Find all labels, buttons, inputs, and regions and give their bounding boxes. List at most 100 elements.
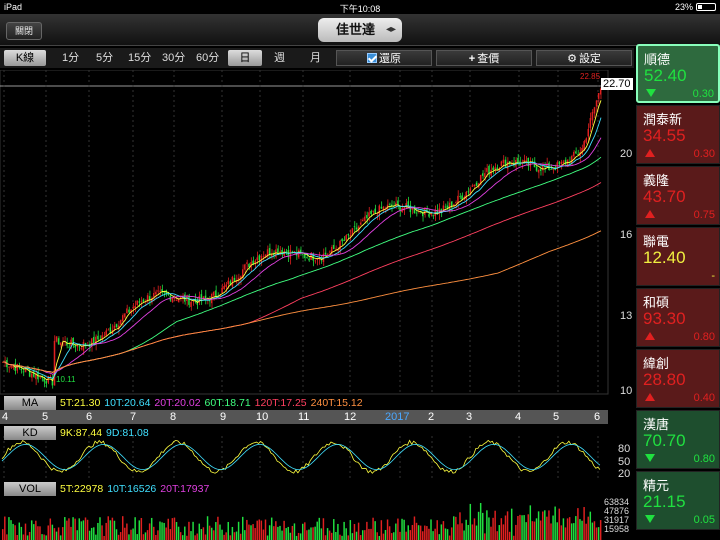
candle-body: [43, 378, 45, 382]
battery-status: 23%: [675, 2, 716, 12]
candle-body: [190, 301, 192, 307]
volume-bar: [101, 525, 103, 540]
candle-body: [535, 166, 538, 171]
candle-body: [136, 300, 138, 305]
volume-bar: [136, 534, 138, 540]
period-1min[interactable]: 1分: [62, 50, 79, 66]
month-label: 9: [220, 411, 227, 423]
volume-bar: [192, 521, 194, 540]
month-label: 4: [515, 411, 522, 423]
watchlist-item[interactable]: 聯電 12.40 -: [636, 227, 720, 286]
candle-body: [74, 345, 76, 348]
volume-bar: [502, 524, 505, 540]
watchlist-item[interactable]: 潤泰新 34.55 0.30: [636, 105, 720, 164]
volume-bar: [53, 528, 56, 540]
watchlist-item[interactable]: 漢唐 70.70 0.80: [636, 410, 720, 469]
kd-label-button[interactable]: KD: [4, 426, 56, 440]
volume-bar: [105, 522, 107, 540]
volume-bar: [291, 525, 294, 540]
stock-price: 28.80: [643, 370, 686, 389]
candle-body: [335, 248, 337, 250]
candle-body: [53, 340, 56, 386]
volume-bar: [90, 527, 93, 540]
volume-bar: [28, 531, 31, 540]
volume-bar: [184, 526, 186, 540]
watchlist-item[interactable]: 和碩 93.30 0.80: [636, 288, 720, 347]
volume-bar: [138, 520, 141, 540]
volume-bar: [115, 529, 118, 540]
vol-label-button[interactable]: VOL: [4, 482, 56, 496]
ma10-value: 10T:20.64: [104, 397, 151, 409]
watchlist-item[interactable]: 順德 52.40 0.30: [636, 44, 720, 103]
candle-body: [8, 366, 10, 368]
watchlist-item[interactable]: 精元 21.15 0.05: [636, 471, 720, 530]
candle-body: [126, 308, 128, 314]
volume-bar: [496, 531, 498, 540]
volume-bar: [41, 534, 43, 540]
candle-body: [109, 327, 112, 333]
restore-toggle[interactable]: 還原: [336, 50, 432, 66]
volume-bar: [482, 512, 484, 540]
volume-bar: [68, 518, 70, 540]
volume-bar: [281, 530, 283, 540]
candle-body: [105, 330, 107, 336]
volume-bar: [523, 515, 525, 540]
volume-bar: [411, 525, 414, 540]
candle-body: [366, 215, 368, 219]
candle-body: [552, 169, 554, 171]
volume-bar: [312, 527, 314, 540]
candle-body: [80, 348, 83, 350]
ma10-line: [2, 117, 602, 380]
ma-label-button[interactable]: MA: [4, 396, 56, 410]
candle-body: [345, 235, 347, 241]
volume-bar: [339, 534, 341, 540]
watchlist-item[interactable]: 義隆 43.70 0.75: [636, 166, 720, 225]
candle-body: [33, 371, 35, 377]
candle-body: [113, 325, 116, 329]
volume-bar: [33, 524, 35, 540]
stock-title-selector[interactable]: 佳世達 ◂▸: [318, 18, 402, 42]
period-week[interactable]: 週: [274, 50, 285, 66]
candle-body: [562, 161, 565, 164]
candle-body: [128, 309, 130, 313]
volume-bar: [43, 534, 45, 540]
volume-bar: [349, 520, 352, 540]
watchlist-item[interactable]: 緯創 28.80 0.40: [636, 349, 720, 408]
period-5min[interactable]: 5分: [96, 50, 113, 66]
close-button[interactable]: 關閉: [6, 22, 42, 40]
ma60-value: 60T:18.71: [204, 397, 251, 409]
volume-bar: [51, 524, 54, 540]
period-30min[interactable]: 30分: [162, 50, 185, 66]
volume-bar: [248, 524, 250, 540]
volume-bar: [477, 511, 480, 540]
candle-body: [380, 206, 383, 209]
quote-button[interactable]: + 查價: [436, 50, 532, 66]
k-line-chart[interactable]: [0, 70, 636, 540]
candle-body: [347, 234, 349, 236]
volume-bar: [378, 535, 381, 540]
volume-bar: [26, 535, 29, 540]
volume-bar: [428, 528, 430, 540]
period-60min[interactable]: 60分: [196, 50, 219, 66]
candle-body: [537, 169, 540, 173]
k-line-tab[interactable]: K線: [4, 50, 46, 66]
period-day[interactable]: 日: [228, 50, 262, 66]
volume-bar: [515, 524, 517, 540]
status-bar: iPad 下午10:08 23%: [0, 0, 720, 14]
volume-bar: [219, 524, 221, 540]
settings-label: 設定: [578, 53, 601, 65]
candle-body: [455, 202, 457, 204]
candle-body: [159, 290, 161, 292]
volume-bar: [424, 525, 426, 540]
settings-button[interactable]: ⚙ 設定: [536, 50, 632, 66]
ma20-line: [2, 137, 602, 375]
candle-body: [122, 315, 124, 322]
volume-bar: [537, 511, 540, 540]
period-15min[interactable]: 15分: [128, 50, 151, 66]
page-title: 佳世達: [336, 22, 376, 37]
up-arrow-icon: [645, 393, 655, 401]
volume-bar: [519, 514, 521, 540]
period-month[interactable]: 月: [310, 50, 321, 66]
volume-bar: [484, 533, 486, 540]
candle-body: [107, 329, 109, 331]
